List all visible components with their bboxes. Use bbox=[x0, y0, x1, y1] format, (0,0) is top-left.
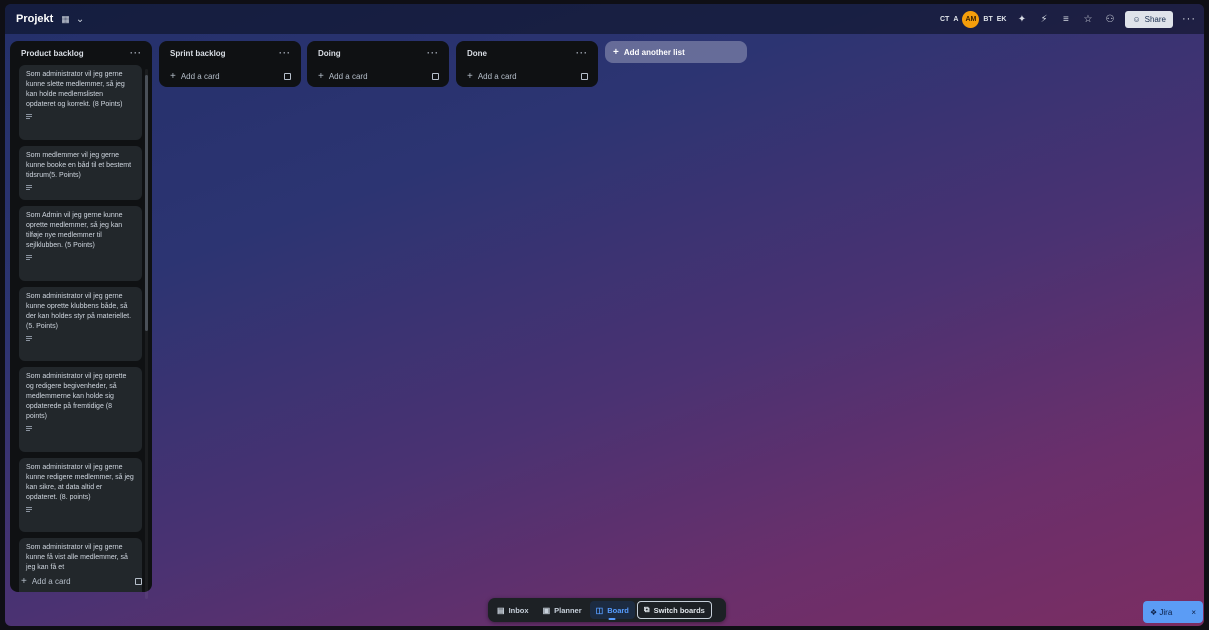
list-menu-icon[interactable]: ··· bbox=[576, 48, 588, 58]
list-header[interactable]: Doing ··· bbox=[307, 41, 449, 65]
list-menu-icon[interactable]: ··· bbox=[130, 48, 142, 58]
lightning-icon[interactable]: ⚡︎ bbox=[1037, 13, 1050, 26]
card[interactable]: Som administrator vil jeg gerne kunne sl… bbox=[19, 65, 142, 140]
plus-icon: + bbox=[170, 70, 176, 82]
add-person-icon: ☺ bbox=[1132, 14, 1141, 24]
avatar[interactable]: EK bbox=[997, 16, 1007, 23]
description-icon bbox=[26, 255, 32, 260]
card[interactable]: Som Admin vil jeg gerne kunne oprette me… bbox=[19, 206, 142, 281]
add-card-button[interactable]: + Add a card bbox=[159, 65, 301, 87]
description-icon bbox=[26, 507, 32, 512]
card-title: Som Admin vil jeg gerne kunne oprette me… bbox=[26, 212, 123, 249]
filter-icon[interactable]: ≡ bbox=[1059, 13, 1072, 26]
bottom-nav: ▤ Inbox ▣ Planner ◫ Board ⧉ Switch board… bbox=[488, 598, 726, 622]
list-title[interactable]: Sprint backlog bbox=[170, 49, 226, 58]
share-button[interactable]: ☺ Share bbox=[1125, 10, 1173, 28]
card[interactable]: Som administrator vil jeg oprette og red… bbox=[19, 367, 142, 452]
add-card-label: Add a card bbox=[328, 71, 368, 81]
share-label: Share bbox=[1144, 14, 1166, 24]
description-icon bbox=[26, 336, 32, 341]
jira-chip[interactable]: ❖ Jira × bbox=[1143, 601, 1203, 623]
chevron-down-icon[interactable]: ⌄ bbox=[76, 14, 84, 25]
add-card-label: Add a card bbox=[477, 71, 517, 81]
card[interactable]: Som administrator vil jeg gerne kunne re… bbox=[19, 458, 142, 532]
calendar-icon: ▣ bbox=[542, 605, 551, 615]
list-header[interactable]: Done ··· bbox=[456, 41, 598, 65]
card-title: Som administrator vil jeg gerne kunne op… bbox=[26, 293, 132, 330]
card-title: Som administrator vil jeg gerne kunne re… bbox=[26, 464, 134, 501]
nav-inbox[interactable]: ▤ Inbox bbox=[491, 601, 535, 619]
avatar[interactable]: A bbox=[953, 16, 958, 23]
star-icon[interactable]: ☆ bbox=[1081, 13, 1094, 26]
avatar[interactable]: CT bbox=[940, 16, 949, 23]
jira-icon: ❖ bbox=[1150, 607, 1158, 617]
list-title[interactable]: Product backlog bbox=[21, 49, 84, 58]
add-another-list-button[interactable]: + Add another list bbox=[605, 41, 747, 63]
list-menu-icon[interactable]: ··· bbox=[427, 48, 439, 58]
add-card-label: Add a card bbox=[180, 71, 220, 81]
card[interactable]: Som medlemmer vil jeg gerne kunne booke … bbox=[19, 146, 142, 200]
list-header[interactable]: Sprint backlog ··· bbox=[159, 41, 301, 65]
card-title: Som medlemmer vil jeg gerne kunne booke … bbox=[26, 152, 132, 179]
nav-board-label: Board bbox=[607, 605, 629, 615]
inbox-icon: ▤ bbox=[497, 605, 505, 615]
close-icon[interactable]: × bbox=[1191, 608, 1196, 617]
card[interactable]: Som administrator vil jeg gerne kunne op… bbox=[19, 287, 142, 361]
more-menu-icon[interactable]: ··· bbox=[1182, 13, 1196, 25]
board-icon: ◫ bbox=[595, 605, 604, 615]
add-card-label: Add a card bbox=[31, 576, 71, 586]
switch-boards-icon: ⧉ bbox=[643, 605, 650, 614]
card-title: Som administrator vil jeg gerne kunne få… bbox=[26, 544, 128, 571]
list-product-backlog: Product backlog ··· Som administrator vi… bbox=[10, 41, 152, 599]
add-list-label: Add another list bbox=[623, 47, 685, 57]
list-done: Done ··· + Add a card bbox=[456, 41, 598, 87]
card-template-icon[interactable] bbox=[581, 72, 588, 80]
list-doing: Doing ··· + Add a card bbox=[307, 41, 449, 87]
switch-boards-label: Switch boards bbox=[653, 605, 705, 615]
description-icon bbox=[26, 426, 32, 431]
description-icon bbox=[26, 185, 32, 190]
list-sprint-backlog: Sprint backlog ··· + Add a card bbox=[159, 41, 301, 87]
nav-inbox-label: Inbox bbox=[508, 605, 529, 615]
nav-planner[interactable]: ▣ Planner bbox=[537, 601, 588, 619]
description-icon bbox=[26, 114, 32, 119]
card-title: Som administrator vil jeg gerne kunne sl… bbox=[26, 71, 125, 108]
nav-board[interactable]: ◫ Board bbox=[589, 601, 635, 619]
jira-label: Jira bbox=[1159, 607, 1173, 617]
plus-icon: + bbox=[318, 70, 324, 82]
plus-icon: + bbox=[613, 46, 619, 58]
card-template-icon[interactable] bbox=[135, 577, 142, 585]
card-title: Som administrator vil jeg oprette og red… bbox=[26, 373, 127, 420]
switch-boards-button[interactable]: ⧉ Switch boards bbox=[636, 601, 712, 619]
rocket-icon[interactable]: ✦ bbox=[1015, 13, 1028, 26]
board-canvas: Projekt ▦ ⌄ CT A AM BT EK ✦ ⚡︎ ≡ ☆ ⚇ ☺ S… bbox=[5, 4, 1204, 626]
card-list: Som administrator vil jeg gerne kunne sl… bbox=[10, 65, 152, 592]
add-card-button[interactable]: + Add a card bbox=[456, 65, 598, 87]
add-card-button[interactable]: + Add a card bbox=[307, 65, 449, 87]
list-header[interactable]: Product backlog ··· bbox=[10, 41, 152, 65]
avatar[interactable]: BT bbox=[983, 16, 992, 23]
avatar[interactable]: AM bbox=[962, 10, 980, 28]
card-template-icon[interactable] bbox=[284, 72, 291, 80]
visibility-icon[interactable]: ⚇ bbox=[1103, 13, 1116, 26]
list-title[interactable]: Doing bbox=[318, 49, 341, 58]
list-title[interactable]: Done bbox=[467, 49, 487, 58]
member-avatars[interactable]: CT A AM BT EK bbox=[940, 10, 1007, 28]
add-card-button[interactable]: + Add a card bbox=[10, 570, 152, 592]
board-view-icon[interactable]: ▦ bbox=[61, 14, 70, 25]
plus-icon: + bbox=[21, 575, 27, 587]
board-title[interactable]: Projekt bbox=[16, 13, 53, 25]
list-menu-icon[interactable]: ··· bbox=[279, 48, 291, 58]
card-template-icon[interactable] bbox=[432, 72, 439, 80]
board-header: Projekt ▦ ⌄ CT A AM BT EK ✦ ⚡︎ ≡ ☆ ⚇ ☺ S… bbox=[5, 4, 1204, 34]
nav-planner-label: Planner bbox=[554, 605, 582, 615]
plus-icon: + bbox=[467, 70, 473, 82]
